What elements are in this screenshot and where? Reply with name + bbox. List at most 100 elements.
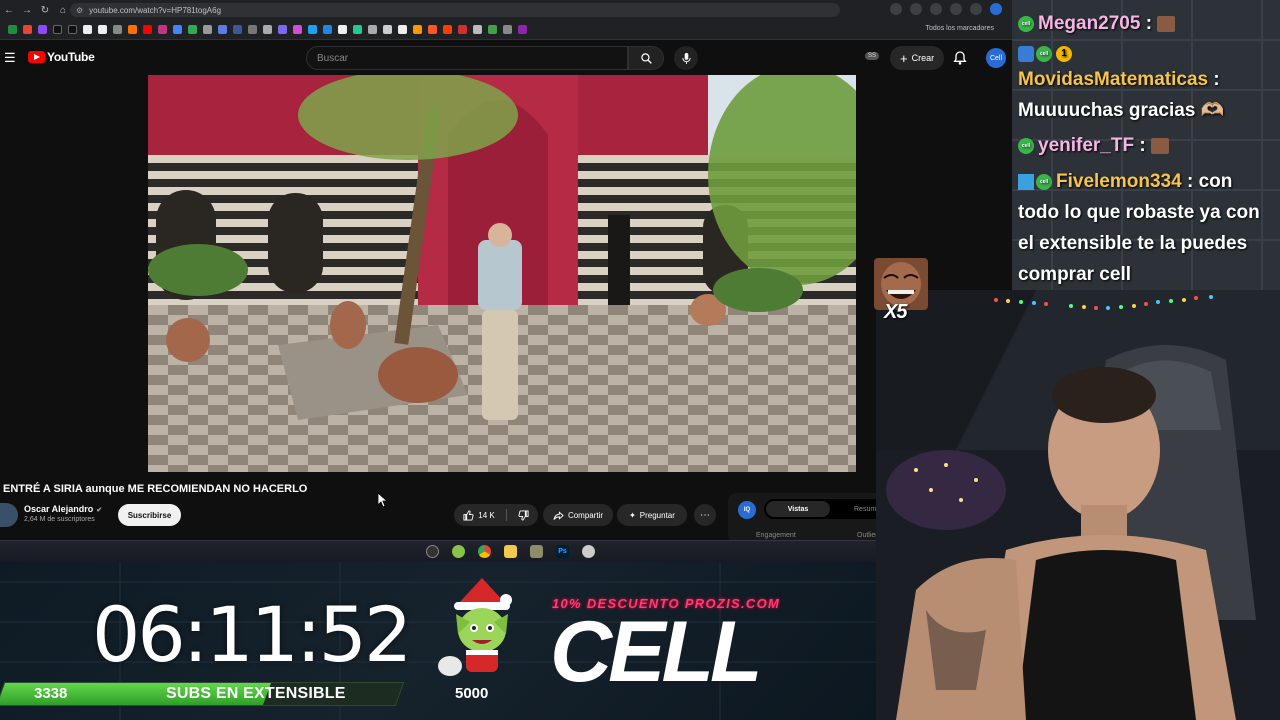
video-player[interactable] (148, 75, 856, 472)
analytics-panel: IQ Vistas Resumen Engagement Outlier (728, 493, 894, 540)
bookmark-icon[interactable] (503, 25, 512, 34)
tab-vistas[interactable]: Vistas (766, 501, 830, 517)
app-icon[interactable] (582, 545, 595, 558)
dislike-button[interactable] (508, 504, 538, 526)
ask-label: Preguntar (639, 510, 675, 520)
bookmark-icon[interactable] (263, 25, 272, 34)
app-icon[interactable] (452, 545, 465, 558)
bookmark-icon[interactable] (383, 25, 392, 34)
more-actions-button[interactable]: ⋯ (694, 504, 716, 526)
bookmark-icon[interactable] (428, 25, 437, 34)
emote-icon (1150, 137, 1169, 154)
bookmark-icon[interactable] (398, 25, 407, 34)
chrome-icon[interactable] (478, 545, 491, 558)
verified-icon: ✔ (96, 507, 103, 514)
create-label: Crear (911, 53, 935, 63)
iq-extension-icon[interactable]: IQ (738, 501, 756, 519)
account-avatar[interactable]: Cell (986, 48, 1006, 68)
zoom-icon[interactable] (890, 3, 902, 15)
bookmarks-bar: Todos los marcadores (0, 20, 1012, 40)
site-info-icon[interactable]: ⚙ (76, 6, 83, 15)
reload-button[interactable]: ↻ (36, 0, 54, 20)
menu-icon[interactable]: ☰ (4, 50, 16, 66)
ask-button[interactable]: ✦ Preguntar (617, 504, 687, 526)
chat-username: Megan2705 (1038, 13, 1141, 34)
url-field[interactable]: ⚙ youtube.com/watch?v=HP781togA6g (70, 3, 840, 17)
bookmark-icon[interactable] (368, 25, 377, 34)
subscriber-count: 2,64 M de suscriptores (24, 516, 95, 523)
search-input[interactable]: Buscar (306, 46, 628, 70)
youtube-play-icon (28, 51, 45, 63)
photoshop-icon[interactable]: Ps (556, 545, 569, 558)
bookmark-icon[interactable] (218, 25, 227, 34)
share-label: Compartir (567, 510, 604, 520)
channel-avatar[interactable] (0, 503, 18, 527)
obs-icon[interactable] (426, 545, 439, 558)
bookmark-icon[interactable] (473, 25, 482, 34)
analytics-tabs: Vistas Resumen (764, 499, 894, 519)
bookmark-icon[interactable] (278, 25, 287, 34)
create-button[interactable]: + Crear (890, 46, 945, 70)
bookmark-icon[interactable] (233, 25, 242, 34)
chatbot-badge-icon: cell (1036, 173, 1052, 190)
notifications-button[interactable] (952, 50, 968, 71)
bookmark-icon[interactable] (248, 25, 257, 34)
browser-window: ← → ↻ ⌂ ⚙ youtube.com/watch?v=HP781togA6… (0, 0, 1012, 540)
extension-icon[interactable] (950, 3, 962, 15)
all-bookmarks-folder[interactable]: Todos los marcadores (926, 25, 994, 32)
gmail-icon[interactable] (23, 25, 32, 34)
bookmark-icon[interactable] (128, 25, 137, 34)
bookmark-icon[interactable] (518, 25, 527, 34)
bookmark-icon[interactable] (308, 25, 317, 34)
instagram-icon[interactable] (158, 25, 167, 34)
bookmark-icon[interactable] (8, 25, 17, 34)
bookmark-star-icon[interactable] (930, 3, 942, 15)
chat-message: MovidasMatematicas : (1018, 69, 1220, 90)
bookmark-icon[interactable] (488, 25, 497, 34)
share-page-icon[interactable] (910, 3, 922, 15)
twitch-icon[interactable] (38, 25, 47, 34)
bookmark-icon[interactable] (188, 25, 197, 34)
voice-search-button[interactable] (674, 46, 698, 70)
channel-name-text: Oscar Alejandro (24, 504, 94, 514)
video-frame (148, 75, 856, 472)
emote-icon (1157, 15, 1176, 32)
bookmark-icon[interactable] (443, 25, 452, 34)
like-button[interactable]: 14 K (454, 504, 504, 526)
x-icon[interactable] (53, 25, 62, 34)
extensions-puzzle-icon[interactable] (970, 3, 982, 15)
youtube-icon[interactable] (143, 25, 152, 34)
bookmark-icon[interactable] (83, 25, 92, 34)
forward-button[interactable]: → (18, 0, 36, 20)
stream-timer: 06:11:52 (92, 590, 412, 679)
channel-name[interactable]: Oscar Alejandro ✔ (24, 504, 102, 514)
chatbot-badge-icon: cell (1018, 15, 1034, 32)
bookmark-icon[interactable] (413, 25, 422, 34)
bookmark-icon[interactable] (113, 25, 122, 34)
thumbs-down-icon (517, 509, 529, 521)
youtube-logo[interactable]: YouTube (28, 50, 95, 64)
bookmark-icon[interactable] (293, 25, 302, 34)
bookmark-icon[interactable] (338, 25, 347, 34)
search-button[interactable] (628, 46, 664, 70)
chatbot-badge-icon: cell (1018, 137, 1034, 154)
bookmark-icon[interactable] (203, 25, 212, 34)
profile-icon[interactable] (990, 3, 1002, 15)
share-icon (553, 510, 564, 520)
chat-username: MovidasMatematicas (1018, 69, 1209, 90)
back-button[interactable]: ← (0, 0, 18, 20)
extension-badge[interactable]: SS (865, 52, 880, 60)
bookmark-icon[interactable] (353, 25, 362, 34)
subscribe-button[interactable]: Suscribirse (118, 504, 181, 526)
app-icon[interactable] (530, 545, 543, 558)
bookmark-icon[interactable] (323, 25, 332, 34)
share-button[interactable]: Compartir (543, 504, 613, 526)
chat-message: cell Fivelemon334 : con todo lo que robas… (1018, 171, 1260, 285)
folder-icon[interactable] (504, 545, 517, 558)
engagement-label: Engagement (756, 532, 796, 539)
bookmark-icon[interactable] (173, 25, 182, 34)
tiktok-icon[interactable] (68, 25, 77, 34)
bookmark-icon[interactable] (458, 25, 467, 34)
chat-message: cell Megan2705 : (1018, 8, 1176, 40)
bookmark-icon[interactable] (98, 25, 107, 34)
